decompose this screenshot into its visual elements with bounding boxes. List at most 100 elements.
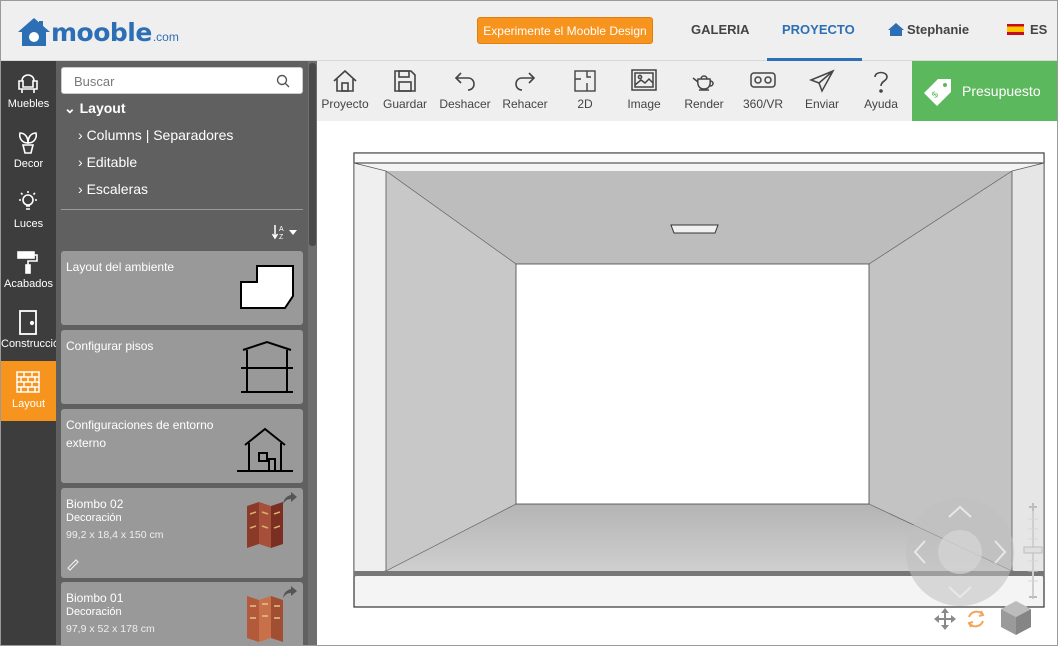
tree-item-label: Editable — [86, 154, 138, 170]
rail-item-construccion[interactable]: Construcción — [1, 301, 66, 361]
tree-item-label: Columns | Separadores — [86, 127, 234, 143]
logo-suffix: .com — [152, 30, 179, 44]
rotate-icon[interactable] — [964, 607, 988, 631]
tool-label: Enviar — [804, 97, 839, 111]
tree-root-layout[interactable]: ⌄ Layout — [64, 100, 126, 117]
rail-item-decor[interactable]: Decor — [1, 121, 56, 181]
rail-label: Construcción — [1, 338, 66, 350]
card-category: Decoración — [66, 512, 122, 524]
tree-item-label: Escaleras — [86, 181, 149, 197]
svg-text:A: A — [279, 226, 284, 233]
send-icon — [809, 69, 835, 93]
house-logo-icon — [18, 18, 50, 46]
image-icon — [631, 69, 657, 91]
user-home-icon — [888, 23, 904, 36]
search-input[interactable] — [74, 72, 269, 90]
svg-text:Z: Z — [279, 234, 284, 240]
rail-item-muebles[interactable]: Muebles — [1, 61, 56, 121]
language-selector[interactable]: ES — [1007, 22, 1047, 37]
tool-deshacer[interactable]: Deshacer — [435, 61, 495, 121]
tree-item-escaleras[interactable]: › Escaleras — [78, 181, 148, 197]
tool-proyecto[interactable]: Proyecto — [315, 61, 375, 121]
card-dimensions: 99,2 x 18,4 x 150 cm — [66, 529, 164, 541]
lightbulb-icon — [19, 191, 37, 210]
sort-alpha-icon: A Z — [271, 225, 297, 241]
rail-item-acabados[interactable]: Acabados — [1, 241, 56, 301]
zoom-slider[interactable] — [1023, 499, 1043, 603]
budget-button[interactable]: $ Presupuesto — [912, 61, 1057, 121]
3d-viewport[interactable] — [317, 121, 1057, 645]
help-icon — [874, 71, 888, 93]
mooble-design-button[interactable]: Experimente el Mooble Design — [477, 17, 653, 44]
card-biombo-02[interactable]: Biombo 02 Decoración 99,2 x 18,4 x 150 c… — [61, 488, 303, 578]
catalog-panel: ⌄ Layout › Columns | Separadores › Edita… — [56, 61, 308, 645]
rail-label: Acabados — [4, 278, 53, 290]
nav-project[interactable]: PROYECTO — [782, 22, 855, 37]
panel-scrollbar[interactable] — [308, 61, 317, 645]
chevron-right-icon: › — [78, 127, 83, 143]
app-window: mooble .com Experimente el Mooble Design… — [0, 0, 1058, 646]
undo-icon — [454, 72, 475, 91]
chevron-right-icon: › — [78, 154, 83, 170]
rail-item-layout[interactable]: Layout — [1, 361, 56, 421]
tool-enviar[interactable]: Enviar — [792, 61, 852, 121]
folding-screen-image — [247, 502, 283, 548]
card-configurar-pisos[interactable]: Configurar pisos — [61, 330, 303, 404]
3d-cube-view-icon[interactable] — [999, 599, 1033, 637]
floorplan-2d-icon — [574, 70, 596, 92]
logo-text: mooble — [51, 18, 152, 47]
floors-icon — [241, 340, 293, 393]
rail-label: Luces — [13, 218, 44, 230]
tool-guardar[interactable]: Guardar — [375, 61, 435, 121]
user-menu[interactable]: Stephanie — [888, 22, 969, 37]
tool-label: 2D — [577, 97, 593, 111]
category-rail: Muebles Decor Luces Acabados Construcció… — [1, 61, 66, 645]
card-title: Configurar pisos — [66, 339, 154, 353]
tool-2d[interactable]: 2D — [555, 61, 615, 121]
teapot-icon — [692, 75, 714, 91]
card-layout-ambiente[interactable]: Layout del ambiente — [61, 251, 303, 325]
tool-label: Proyecto — [321, 97, 369, 111]
main-toolbar: Proyecto Guardar Deshacer Rehacer 2D Ima… — [317, 61, 913, 121]
tool-label: Image — [627, 97, 661, 111]
orbit-control[interactable] — [905, 497, 1015, 607]
budget-label: Presupuesto — [962, 83, 1041, 99]
brick-wall-icon — [16, 371, 40, 393]
card-title: Configuraciones de entorno externo — [66, 418, 214, 450]
user-name: Stephanie — [907, 22, 970, 37]
tree-item-columns[interactable]: › Columns | Separadores — [78, 127, 233, 143]
card-title: Layout del ambiente — [66, 260, 175, 274]
card-title: Biombo 02 — [66, 497, 124, 511]
save-icon — [394, 70, 416, 92]
search-icon[interactable] — [276, 74, 290, 88]
language-code: ES — [1030, 22, 1048, 37]
card-category: Decoración — [66, 606, 122, 618]
house-icon — [237, 427, 293, 472]
top-bar: mooble .com Experimente el Mooble Design… — [1, 1, 1057, 61]
tree-item-editable[interactable]: › Editable — [78, 154, 137, 170]
tool-label: Ayuda — [864, 97, 898, 111]
tool-ayuda[interactable]: Ayuda — [851, 61, 911, 121]
pan-move-icon[interactable] — [933, 607, 957, 631]
tool-360vr[interactable]: 360/VR — [733, 61, 793, 121]
spain-flag-icon — [1007, 24, 1024, 35]
card-dimensions: 97,9 x 52 x 178 cm — [66, 623, 155, 635]
card-biombo-01[interactable]: Biombo 01 Decoración 97,9 x 52 x 178 cm — [61, 582, 303, 645]
tree-root-label: Layout — [79, 100, 126, 116]
chevron-right-icon: › — [78, 181, 83, 197]
armchair-icon — [18, 74, 38, 93]
tool-label: 360/VR — [742, 97, 784, 111]
tool-image[interactable]: Image — [614, 61, 674, 121]
tool-label: Render — [684, 97, 724, 111]
card-entorno-externo[interactable]: Configuraciones de entorno externo — [61, 409, 303, 483]
vr-headset-icon — [750, 72, 776, 88]
nav-gallery[interactable]: GALERIA — [691, 22, 750, 37]
tool-render[interactable]: Render — [674, 61, 734, 121]
tool-rehacer[interactable]: Rehacer — [495, 61, 555, 121]
plant-icon — [18, 132, 38, 154]
rail-label: Muebles — [7, 98, 50, 110]
mooble-logo[interactable]: mooble .com — [17, 15, 179, 47]
room-layout-icon — [240, 265, 294, 309]
rail-item-luces[interactable]: Luces — [1, 181, 56, 241]
sort-button[interactable]: A Z — [271, 224, 298, 243]
